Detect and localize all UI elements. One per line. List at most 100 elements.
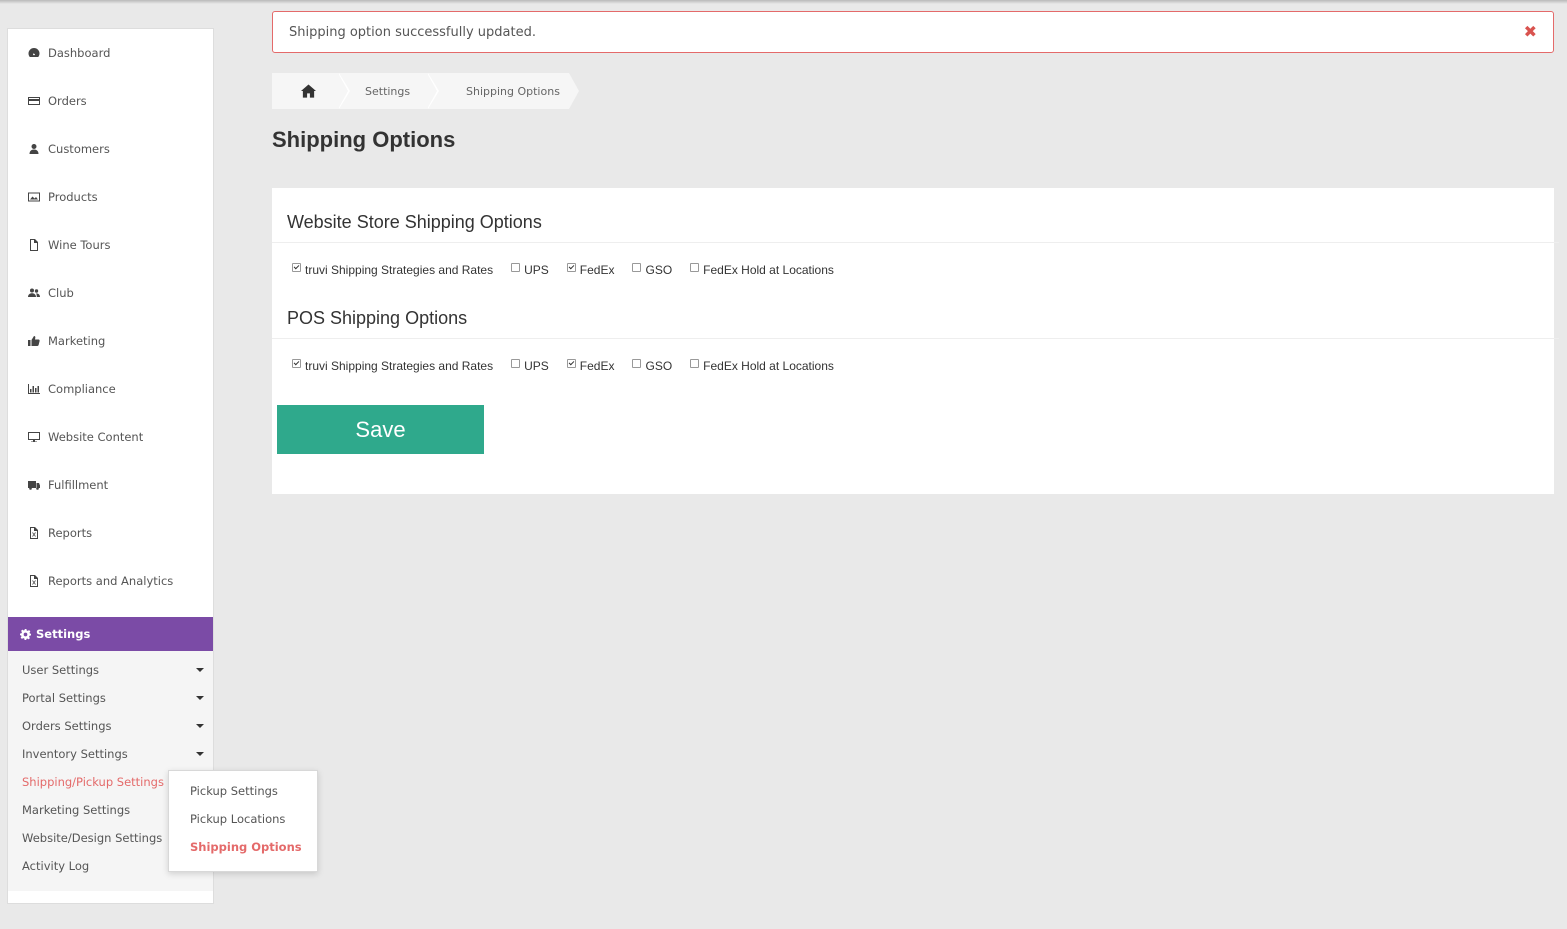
checkbox-fedex-web[interactable]: FedEx: [566, 262, 614, 277]
checkbox-label: GSO: [645, 359, 673, 373]
sidebar-item-label: Products: [48, 190, 98, 204]
sidebar-item-products[interactable]: Products: [8, 173, 213, 221]
sidebar-item-label: Reports and Analytics: [48, 574, 174, 588]
sidebar-item-settings[interactable]: Settings: [8, 617, 213, 651]
alert-message: Shipping option successfully updated.: [289, 24, 536, 40]
flyout-shipping-options[interactable]: Shipping Options: [190, 837, 302, 857]
sidebar-item-label: Marketing: [48, 334, 106, 348]
excel-file-icon: [26, 574, 42, 588]
truck-icon: [26, 478, 42, 492]
caret-down-icon: [196, 724, 204, 728]
checkbox-box[interactable]: [566, 358, 576, 368]
checkbox-fedex-hold-web[interactable]: FedEx Hold at Locations: [690, 262, 834, 277]
checkbox-box[interactable]: [511, 262, 521, 272]
shipping-options-panel: Website Store Shipping Options truvi Shi…: [272, 188, 1559, 494]
caret-down-icon: [196, 696, 204, 700]
shipping-flyout-menu: Pickup Settings Pickup Locations Shippin…: [168, 770, 318, 872]
checkbox-label: truvi Shipping Strategies and Rates: [305, 359, 494, 373]
checkbox-ups-web[interactable]: UPS: [511, 262, 549, 277]
breadcrumb-home[interactable]: [272, 73, 350, 109]
submenu-orders-settings[interactable]: Orders Settings: [22, 712, 208, 740]
checkbox-box[interactable]: [292, 358, 301, 368]
checkbox-box[interactable]: [690, 358, 700, 368]
sidebar-item-label: Website Content: [48, 430, 144, 444]
checkbox-label: truvi Shipping Strategies and Rates: [305, 263, 494, 277]
checkbox-ups-pos[interactable]: UPS: [511, 358, 549, 373]
thumbs-up-icon: [26, 334, 42, 348]
checkbox-box[interactable]: [511, 358, 521, 368]
checkbox-label: UPS: [524, 263, 549, 277]
sidebar-item-reports[interactable]: Reports: [8, 509, 213, 557]
sidebar-item-label: Customers: [48, 142, 110, 156]
breadcrumb-settings[interactable]: Settings: [338, 73, 439, 109]
checkbox-box[interactable]: [292, 262, 301, 272]
submenu-label: Portal Settings: [22, 691, 106, 705]
gear-icon: [20, 628, 31, 640]
checkbox-label: GSO: [645, 263, 673, 277]
flyout-pickup-settings[interactable]: Pickup Settings: [190, 781, 278, 801]
file-icon: [26, 238, 42, 252]
sidebar-item-customers[interactable]: Customers: [8, 125, 213, 173]
submenu-label: Orders Settings: [22, 719, 112, 733]
sidebar-item-dashboard[interactable]: Dashboard: [8, 29, 213, 77]
settings-label: Settings: [36, 627, 91, 641]
flyout-pickup-locations[interactable]: Pickup Locations: [190, 809, 285, 829]
breadcrumb-label: Shipping Options: [466, 84, 560, 98]
section-title-website-store: Website Store Shipping Options: [287, 212, 542, 232]
sidebar-item-label: Compliance: [48, 382, 116, 396]
sidebar-item-wine-tours[interactable]: Wine Tours: [8, 221, 213, 269]
close-icon[interactable]: ✖: [1524, 24, 1537, 40]
checkbox-box[interactable]: [566, 262, 576, 272]
sidebar-item-website-content[interactable]: Website Content: [8, 413, 213, 461]
sidebar-item-orders[interactable]: Orders: [8, 77, 213, 125]
website-store-options: truvi Shipping Strategies and Rates UPS …: [292, 262, 852, 278]
submenu-user-settings[interactable]: User Settings: [22, 656, 208, 684]
submenu-label: Shipping/Pickup Settings: [22, 775, 164, 789]
sidebar-item-reports-and-analytics[interactable]: Reports and Analytics: [8, 557, 213, 605]
success-alert: Shipping option successfully updated. ✖: [272, 11, 1554, 53]
top-shadow: [0, 0, 1567, 4]
credit-card-icon: [26, 94, 42, 108]
breadcrumb-shipping-options[interactable]: Shipping Options: [427, 73, 579, 109]
sidebar-item-label: Wine Tours: [48, 238, 111, 252]
caret-down-icon: [196, 752, 204, 756]
checkbox-fedex-pos[interactable]: FedEx: [566, 358, 614, 373]
divider: [272, 338, 1559, 339]
checkbox-fedex-hold-pos[interactable]: FedEx Hold at Locations: [690, 358, 834, 373]
submenu-portal-settings[interactable]: Portal Settings: [22, 684, 208, 712]
sidebar-item-fulfillment[interactable]: Fulfillment: [8, 461, 213, 509]
users-icon: [26, 286, 42, 300]
sidebar-item-compliance[interactable]: Compliance: [8, 365, 213, 413]
checkbox-box[interactable]: [632, 358, 642, 368]
pos-options: truvi Shipping Strategies and Rates UPS …: [292, 358, 852, 374]
sidebar-item-club[interactable]: Club: [8, 269, 213, 317]
bar-chart-icon: [26, 382, 42, 396]
sidebar-item-label: Club: [48, 286, 74, 300]
checkbox-gso-pos[interactable]: GSO: [632, 358, 673, 373]
checkbox-truvi-web[interactable]: truvi Shipping Strategies and Rates: [292, 262, 494, 277]
image-icon: [26, 190, 42, 204]
sidebar-item-label: Fulfillment: [48, 478, 109, 492]
home-icon: [300, 84, 316, 98]
submenu-label: Inventory Settings: [22, 747, 128, 761]
sidebar-item-marketing[interactable]: Marketing: [8, 317, 213, 365]
submenu-inventory-settings[interactable]: Inventory Settings: [22, 740, 208, 768]
user-icon: [26, 142, 42, 156]
submenu-label: Activity Log: [22, 859, 90, 873]
divider: [272, 242, 1559, 243]
submenu-label: User Settings: [22, 663, 100, 677]
checkbox-gso-web[interactable]: GSO: [632, 262, 673, 277]
checkbox-box[interactable]: [632, 262, 642, 272]
save-button[interactable]: Save: [277, 405, 484, 454]
checkbox-label: FedEx Hold at Locations: [703, 359, 834, 373]
checkbox-truvi-pos[interactable]: truvi Shipping Strategies and Rates: [292, 358, 494, 373]
section-title-pos: POS Shipping Options: [287, 308, 468, 328]
page-title: Shipping Options: [272, 127, 456, 152]
excel-file-icon: [26, 526, 42, 540]
sidebar-item-label: Dashboard: [48, 46, 111, 60]
caret-down-icon: [196, 668, 204, 672]
submenu-label: Website/Design Settings: [22, 831, 163, 845]
sidebar-item-label: Reports: [48, 526, 93, 540]
checkbox-box[interactable]: [690, 262, 700, 272]
submenu-label: Marketing Settings: [22, 803, 131, 817]
